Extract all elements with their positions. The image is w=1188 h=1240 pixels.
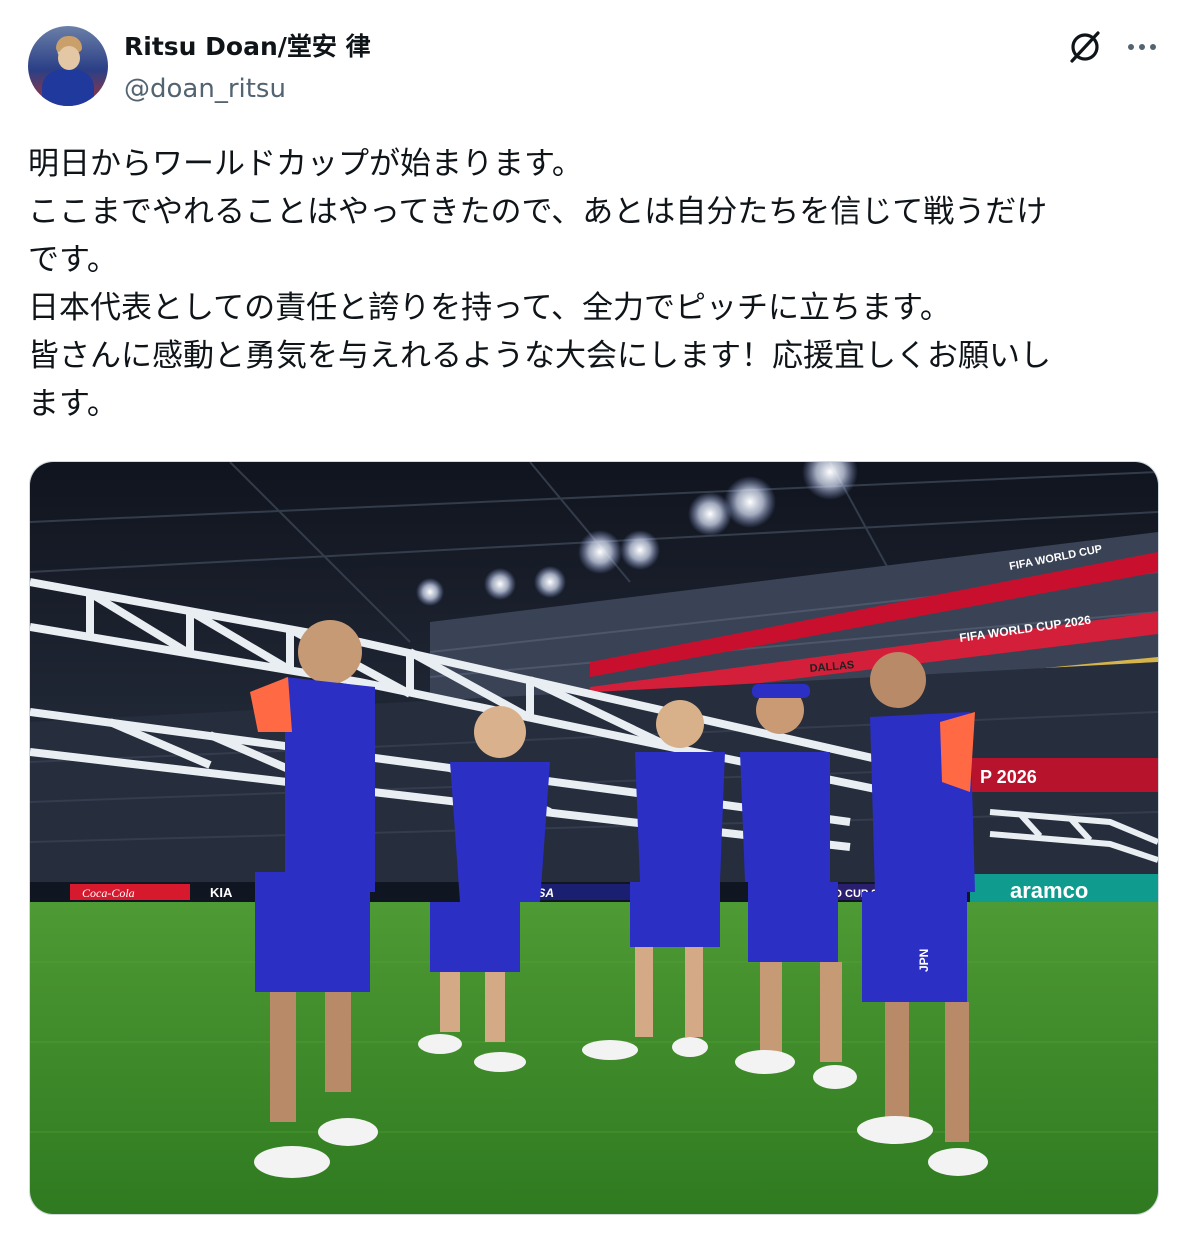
avatar-face [58,46,80,70]
more-options-icon[interactable] [1124,32,1160,62]
tweet-line: 明日からワールドカップが始まります。 [28,146,583,182]
author-avatar[interactable] [28,26,108,106]
tweet-line: です。 [28,242,118,278]
tweet-photo[interactable]: FIFA WORLD CUP FIFA WORLD CUP 2026 DALLA… [29,461,1159,1215]
grok-icon[interactable] [1066,28,1104,66]
tweet-line: ここまでやれることはやってきたので、あとは自分たちを信じて戦うだけ [28,194,1048,230]
tweet-text: 明日からワールドカップが始まります。 ここまでやれることはやってきたので、あとは… [28,140,1158,428]
author-display-name[interactable]: Ritsu Doan/堂安 律 [124,30,371,64]
sign-aramco: aramco [1010,878,1088,903]
tweet-card: Ritsu Doan/堂安 律 @doan_ritsu 明日からワールドカップが… [0,0,1188,1240]
avatar-shirt [42,70,94,106]
sign-cocacola: Coca-Cola [82,886,135,900]
kit-jpn-text: JPN [917,949,931,972]
tweet-line: 日本代表としての責任と誇りを持って、全力でピッチに立ちます。 [28,290,951,326]
sign-cup2026: P 2026 [980,767,1037,787]
stadium-photo: FIFA WORLD CUP FIFA WORLD CUP 2026 DALLA… [30,462,1158,1214]
author-handle[interactable]: @doan_ritsu [124,72,286,106]
sign-kia: KIA [210,885,233,900]
tweet-line: 皆さんに感動と勇気を与えれるような大会にします！応援宜しくお願いし [28,338,1051,374]
tweet-line: ます。 [28,386,118,422]
